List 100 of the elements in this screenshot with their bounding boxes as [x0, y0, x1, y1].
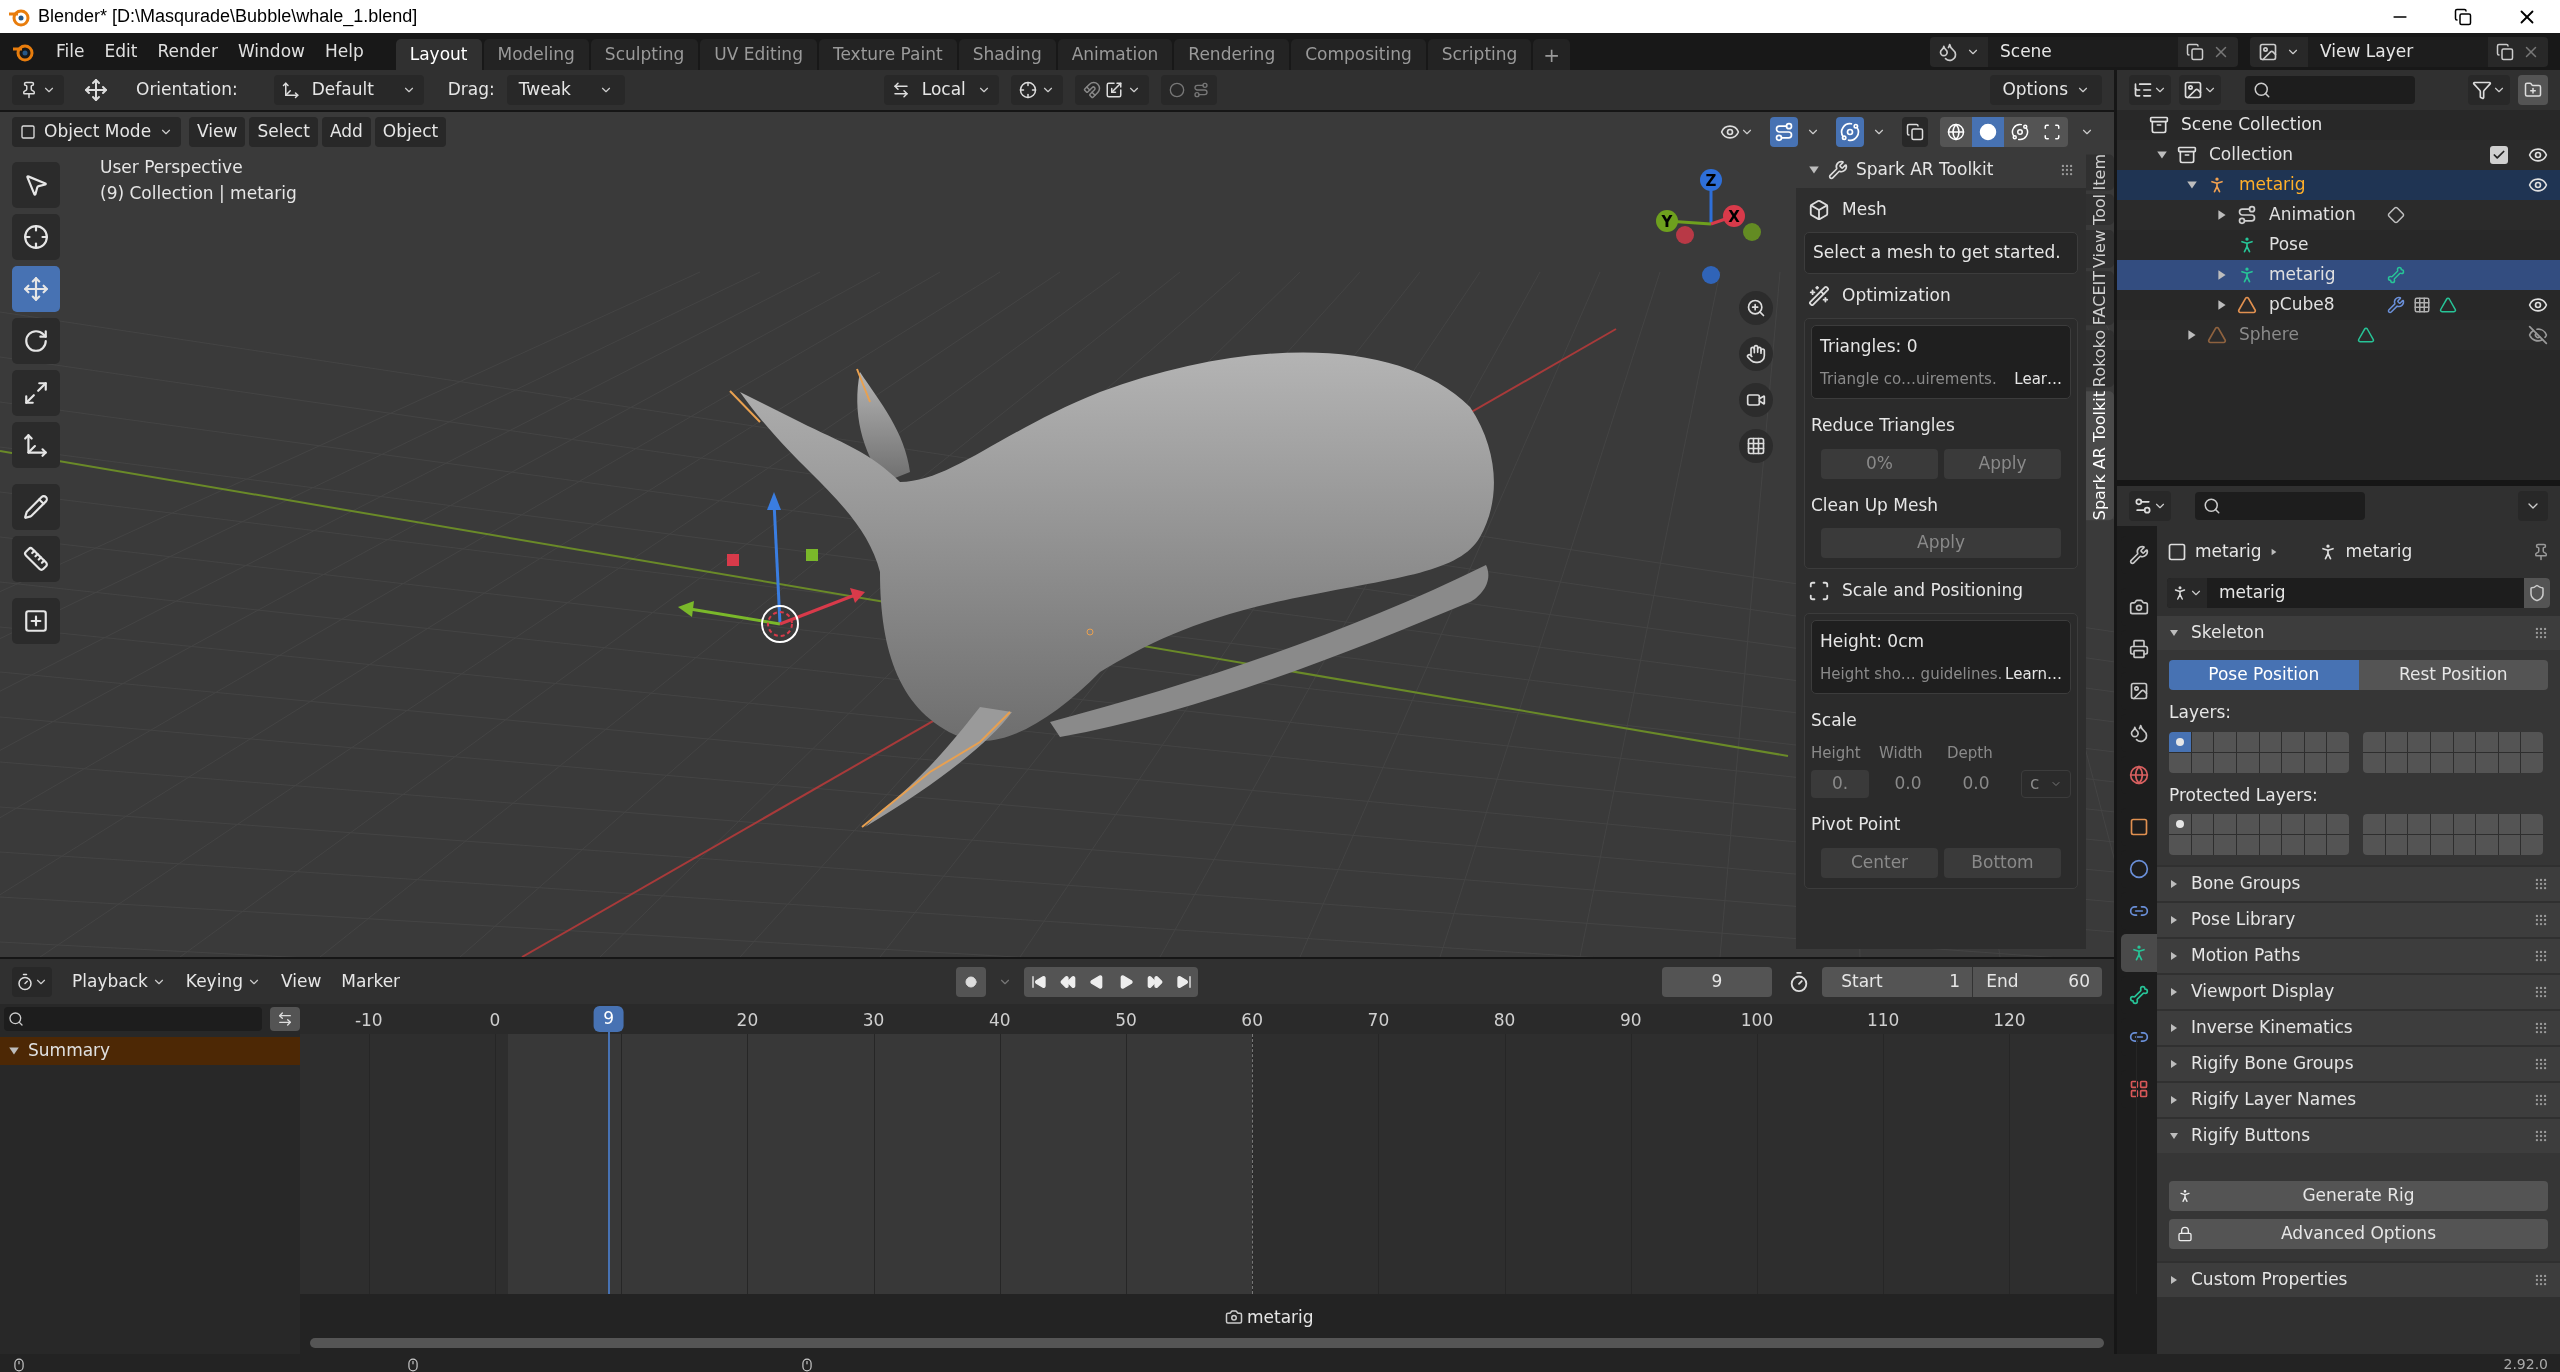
ruler-label: -10 [354, 1009, 383, 1032]
ruler-label: 100 [1740, 1009, 1774, 1032]
field-label: Reduce Triangles [1811, 414, 1956, 437]
sidebar-tab[interactable]: Tool [2086, 194, 2114, 226]
panel-header[interactable]: Rigify Buttons [2157, 1119, 2560, 1153]
summary-channel[interactable]: Summary [0, 1037, 300, 1065]
outliner-row[interactable]: metarig [2117, 170, 2560, 200]
workspace-tab[interactable]: UV Editing [700, 39, 817, 70]
view-layer-selector[interactable]: View Layer [2250, 36, 2548, 67]
panel-header[interactable]: Motion Paths [2157, 939, 2560, 973]
dimension-label: Height [1811, 742, 1862, 764]
tree-item-label[interactable]: Scene Collection [2181, 112, 2323, 138]
axis-label: Z [1705, 172, 1717, 190]
workspace-tab[interactable]: Compositing [1291, 39, 1426, 70]
panel-header[interactable]: Skeleton [2157, 616, 2560, 650]
drag-dropdown[interactable]: Tweak [506, 75, 625, 105]
timeline-menu-item[interactable]: Marker [333, 966, 409, 997]
menu-item[interactable]: Edit [94, 36, 148, 67]
viewport-menu-item[interactable]: Add [321, 117, 371, 147]
workspace-tab[interactable]: Sculpting [590, 39, 699, 70]
menu-item[interactable]: Window [227, 36, 315, 67]
tree-item-label: Pose [2269, 233, 2310, 257]
position-toggle[interactable]: Rest Position [2358, 660, 2548, 690]
position-toggle[interactable]: Pose Position [2169, 660, 2359, 690]
panel-title: Rigify Buttons [2191, 1124, 2311, 1148]
workspace-tab[interactable]: Rendering [1174, 39, 1290, 70]
pivot-dropdown[interactable]: Local [883, 75, 999, 105]
workspace-tab[interactable]: Animation [1057, 39, 1173, 70]
breadcrumb-item[interactable]: metarig [2345, 539, 2413, 565]
section-heading: Optimization [1842, 284, 1951, 308]
panel-header[interactable]: Rigify Bone Groups [2157, 1047, 2560, 1081]
breadcrumb-item[interactable]: metarig [2195, 539, 2262, 565]
panel-header[interactable]: Pose Library [2157, 903, 2560, 937]
playhead-frame-indicator[interactable]: 9 [593, 1006, 624, 1032]
orientation-dropdown[interactable]: Default [273, 75, 424, 105]
ruler-label: 110 [1866, 1009, 1900, 1032]
field-label: Pivot Point [1811, 813, 1902, 836]
current-frame-field[interactable]: 9 [1662, 966, 1772, 997]
orientation-label: Orientation: [136, 78, 238, 102]
tree-item-label: metarig [2239, 173, 2307, 197]
panel-title: Bone Groups [2191, 872, 2302, 896]
sidebar-tab[interactable]: View [2086, 229, 2114, 268]
panel-header[interactable]: Viewport Display [2157, 975, 2560, 1009]
axis-label: Y [1661, 213, 1673, 231]
triangles-count: Triangles: 0 [1820, 335, 1919, 358]
field-label: Clean Up Mesh [1811, 493, 1940, 517]
sidebar-tab[interactable]: FACEIT [2086, 271, 2114, 326]
start-value: 1 [1948, 969, 1961, 993]
panel-title: Spark AR Toolkit [1856, 158, 1995, 182]
panel-title: Pose Library [2191, 908, 2297, 932]
learn-more-link[interactable]: Lear… [2014, 367, 2062, 390]
workspace-tab[interactable]: Scripting [1427, 39, 1532, 70]
end-label: End [1972, 966, 2032, 997]
panel-header[interactable]: Rigify Layer Names [2157, 1083, 2560, 1117]
outliner-row[interactable]: metarig [2117, 260, 2560, 290]
ruler-label: 80 [1493, 1009, 1516, 1032]
axis-label: X [1728, 208, 1740, 226]
scene-name: Scene [1988, 36, 2178, 67]
viewport-menu-item[interactable]: Object [374, 117, 447, 147]
panel-header[interactable]: Custom Properties [2157, 1263, 2560, 1297]
ruler-label: 60 [1241, 1009, 1263, 1032]
timeline-menu-item[interactable]: View [272, 966, 330, 997]
add-workspace-button[interactable]: + [1533, 39, 1571, 70]
panel-header[interactable]: Bone Groups [2157, 867, 2560, 901]
mode-dropdown[interactable]: Object Mode [12, 117, 182, 147]
unit-dropdown[interactable]: c [2021, 770, 2071, 798]
panel-button[interactable]: Advanced Options [2169, 1219, 2548, 1249]
data-block-field[interactable]: metarig [2167, 578, 2550, 608]
tree-item-label: Collection [2209, 143, 2295, 167]
frame-range-field[interactable]: Start 1 End 60 [1822, 966, 2102, 997]
data-block-name: metarig [2218, 581, 2287, 605]
menu-item[interactable]: File [46, 36, 95, 67]
timeline-menu-item[interactable]: Playback [64, 966, 174, 997]
viewport-menu-item[interactable]: View [189, 117, 246, 147]
sidebar-tab[interactable]: Spark AR Toolkit [2086, 390, 2114, 521]
scene-selector[interactable]: Scene [1930, 36, 2238, 67]
panel-button[interactable]: Generate Rig [2169, 1181, 2548, 1211]
panel-title: Rigify Layer Names [2191, 1088, 2357, 1112]
height-value: Height: 0cm [1820, 630, 1926, 653]
workspace-tab[interactable]: Shading [958, 39, 1056, 70]
dimension-field[interactable]: 0.0 [1947, 770, 2005, 798]
options-dropdown[interactable]: Options [1990, 75, 2102, 105]
viewport-menu-item[interactable]: Select [249, 117, 318, 147]
dimension-label: Width [1879, 742, 1924, 764]
menu-item[interactable]: Render [147, 36, 228, 67]
sidebar-tab[interactable]: Item [2086, 154, 2114, 191]
timeline-menu-item[interactable]: Keying [177, 966, 269, 997]
sidebar-tab[interactable]: Rokoko [2086, 329, 2114, 387]
learn-more-link[interactable]: Learn… [2005, 662, 2062, 685]
workspace-tab[interactable]: Modeling [483, 39, 589, 70]
ruler-label: 50 [1115, 1009, 1137, 1032]
field-label: Scale [1811, 709, 1858, 732]
dimension-label: Depth [1947, 742, 1994, 764]
panel-title: Skeleton [2191, 621, 2266, 645]
workspace-tab[interactable]: Layout [395, 39, 482, 70]
panel-header[interactable]: Inverse Kinematics [2157, 1011, 2560, 1045]
field-label: Protected Layers: [2169, 783, 2319, 807]
workspace-tab[interactable]: Texture Paint [818, 39, 957, 70]
dimension-field[interactable]: 0.0 [1879, 770, 1937, 798]
menu-item[interactable]: Help [314, 36, 374, 67]
